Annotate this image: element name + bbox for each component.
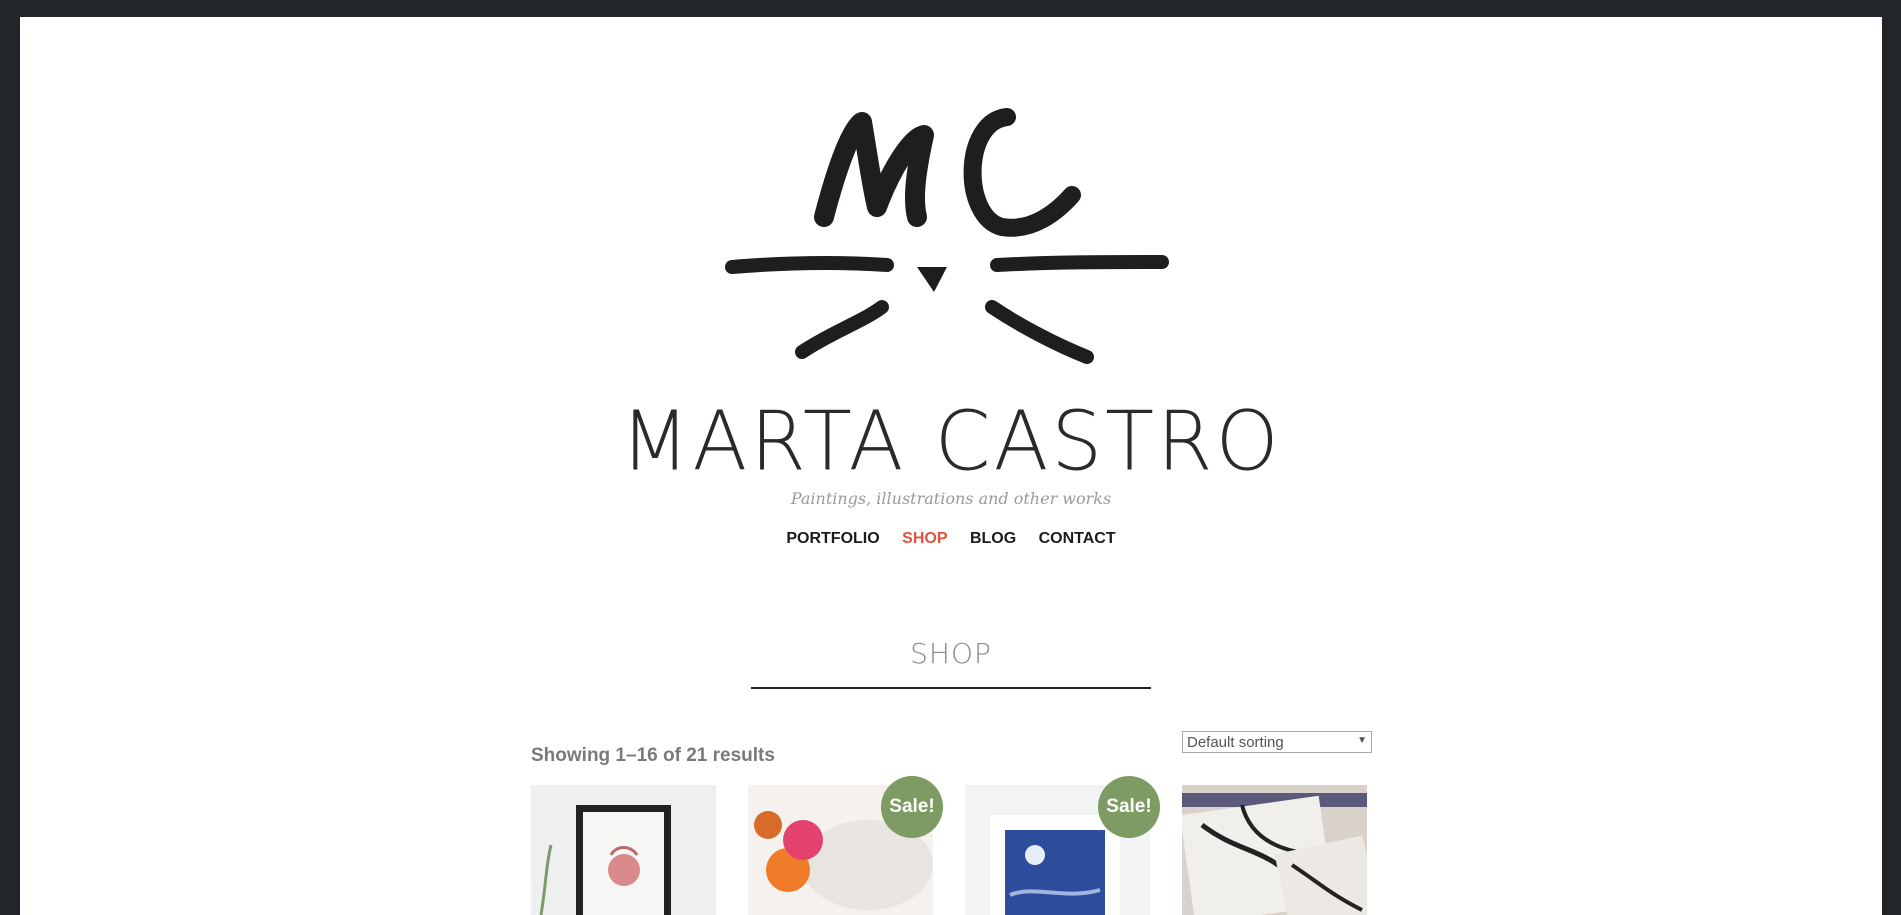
nav-item-shop[interactable]: SHOP	[902, 530, 947, 548]
dropdown-arrow-icon: ▼	[1357, 735, 1367, 746]
product-image-4[interactable]	[1182, 785, 1367, 915]
printed-pencil-cases-image	[1182, 785, 1367, 915]
sale-badge: Sale!	[1098, 776, 1160, 838]
page-title: SHOP	[910, 637, 992, 670]
nav-item-blog[interactable]: BLOG	[970, 530, 1016, 548]
site-title[interactable]: MARTA CASTRO	[20, 401, 1882, 483]
nav-item-contact[interactable]: CONTACT	[1039, 530, 1116, 548]
sorting-selected-value: Default sorting	[1187, 734, 1284, 751]
result-count: Showing 1–16 of 21 results	[531, 745, 775, 766]
framed-pink-illustration-image	[531, 785, 716, 915]
page: MARTA CASTRO Paintings, illustrations an…	[20, 17, 1882, 915]
product-image-1[interactable]	[531, 785, 716, 915]
nav-item-portfolio[interactable]: PORTFOLIO	[786, 530, 879, 548]
site-tagline: Paintings, illustrations and other works	[790, 489, 1112, 508]
main-nav: PORTFOLIO SHOP BLOG CONTACT	[20, 530, 1882, 548]
title-divider	[751, 687, 1151, 689]
sorting-select[interactable]: Default sorting ▼	[1182, 731, 1372, 753]
mc-cat-logo-icon	[725, 108, 1169, 364]
sale-badge: Sale!	[881, 776, 943, 838]
